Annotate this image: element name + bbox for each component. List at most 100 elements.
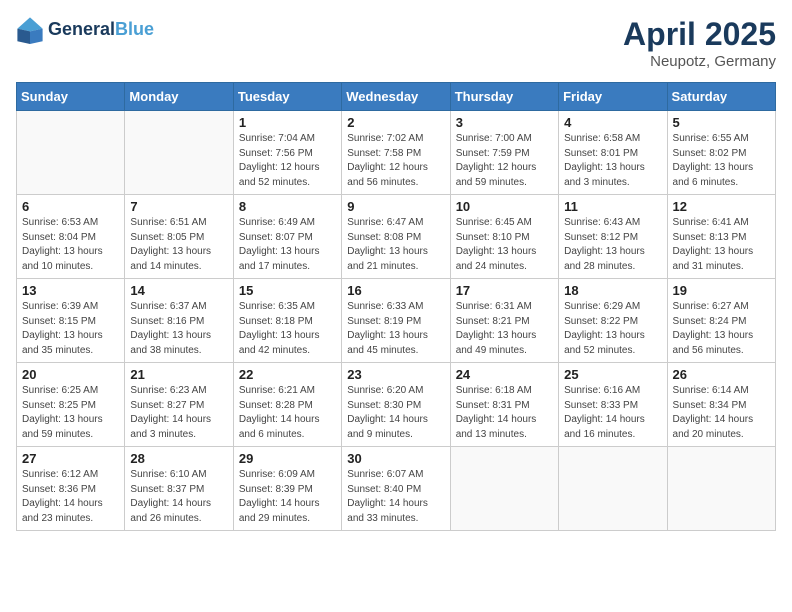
calendar-cell: 2 Sunrise: 7:02 AM Sunset: 7:58 PM Daylig… — [342, 111, 450, 195]
day-info: Sunrise: 6:20 AM Sunset: 8:30 PM Dayligh… — [347, 384, 444, 442]
calendar-cell: 8 Sunrise: 6:49 AM Sunset: 8:07 PM Daylig… — [233, 195, 341, 279]
calendar-cell: 30 Sunrise: 6:07 AM Sunset: 8:40 PM Dayli… — [342, 447, 450, 531]
day-info: Sunrise: 6:53 AM Sunset: 8:04 PM Dayligh… — [22, 216, 119, 274]
day-number: 28 — [130, 451, 227, 466]
day-number: 7 — [130, 199, 227, 214]
day-info: Sunrise: 6:39 AM Sunset: 8:15 PM Dayligh… — [22, 300, 119, 358]
day-info: Sunrise: 6:14 AM Sunset: 8:34 PM Dayligh… — [673, 384, 770, 442]
day-number: 19 — [673, 283, 770, 298]
calendar-cell: 25 Sunrise: 6:16 AM Sunset: 8:33 PM Dayli… — [559, 363, 667, 447]
calendar-cell: 4Sunrise: 6:58 AM Sunset: 8:01 PM Daylig… — [559, 111, 667, 195]
calendar-cell — [559, 447, 667, 531]
calendar-cell: 3Sunrise: 7:00 AM Sunset: 7:59 PM Daylig… — [450, 111, 558, 195]
day-number: 1 — [239, 115, 336, 130]
day-number: 29 — [239, 451, 336, 466]
day-number: 12 — [673, 199, 770, 214]
day-info: Sunrise: 6:58 AM Sunset: 8:01 PM Dayligh… — [564, 132, 661, 190]
logo: GeneralBlue — [16, 16, 154, 44]
calendar-cell: 20Sunrise: 6:25 AM Sunset: 8:25 PM Dayli… — [17, 363, 125, 447]
calendar-cell — [450, 447, 558, 531]
day-info: Sunrise: 6:47 AM Sunset: 8:08 PM Dayligh… — [347, 216, 444, 274]
calendar-cell: 22Sunrise: 6:21 AM Sunset: 8:28 PM Dayli… — [233, 363, 341, 447]
day-number: 9 — [347, 199, 444, 214]
day-info: Sunrise: 7:02 AM Sunset: 7:58 PM Dayligh… — [347, 132, 444, 190]
day-number: 30 — [347, 451, 444, 466]
day-number: 26 — [673, 367, 770, 382]
day-number: 10 — [456, 199, 553, 214]
calendar-cell: 12 Sunrise: 6:41 AM Sunset: 8:13 PM Dayli… — [667, 195, 775, 279]
calendar-cell: 29 Sunrise: 6:09 AM Sunset: 8:39 PM Dayli… — [233, 447, 341, 531]
day-info: Sunrise: 6:51 AM Sunset: 8:05 PM Dayligh… — [130, 216, 227, 274]
day-number: 20 — [22, 367, 119, 382]
day-number: 16 — [347, 283, 444, 298]
weekday-header-saturday: Saturday — [667, 83, 775, 111]
calendar-cell: 14Sunrise: 6:37 AM Sunset: 8:16 PM Dayli… — [125, 279, 233, 363]
day-info: Sunrise: 6:23 AM Sunset: 8:27 PM Dayligh… — [130, 384, 227, 442]
day-info: Sunrise: 6:35 AM Sunset: 8:18 PM Dayligh… — [239, 300, 336, 358]
title-block: April 2025 Neupotz, Germany — [623, 16, 776, 70]
day-number: 5 — [673, 115, 770, 130]
day-number: 21 — [130, 367, 227, 382]
day-number: 25 — [564, 367, 661, 382]
day-info: Sunrise: 6:27 AM Sunset: 8:24 PM Dayligh… — [673, 300, 770, 358]
calendar-cell: 17 Sunrise: 6:31 AM Sunset: 8:21 PM Dayli… — [450, 279, 558, 363]
calendar-cell: 23 Sunrise: 6:20 AM Sunset: 8:30 PM Dayli… — [342, 363, 450, 447]
day-info: Sunrise: 6:49 AM Sunset: 8:07 PM Dayligh… — [239, 216, 336, 274]
day-info: Sunrise: 6:41 AM Sunset: 8:13 PM Dayligh… — [673, 216, 770, 274]
day-number: 11 — [564, 199, 661, 214]
calendar-week-row: 13 Sunrise: 6:39 AM Sunset: 8:15 PM Dayli… — [17, 279, 776, 363]
calendar-week-row: 6Sunrise: 6:53 AM Sunset: 8:04 PM Daylig… — [17, 195, 776, 279]
day-info: Sunrise: 6:29 AM Sunset: 8:22 PM Dayligh… — [564, 300, 661, 358]
day-info: Sunrise: 6:10 AM Sunset: 8:37 PM Dayligh… — [130, 468, 227, 526]
weekday-header-monday: Monday — [125, 83, 233, 111]
day-number: 23 — [347, 367, 444, 382]
weekday-header-tuesday: Tuesday — [233, 83, 341, 111]
calendar-cell: 19 Sunrise: 6:27 AM Sunset: 8:24 PM Dayli… — [667, 279, 775, 363]
day-number: 15 — [239, 283, 336, 298]
weekday-header-friday: Friday — [559, 83, 667, 111]
day-info: Sunrise: 6:45 AM Sunset: 8:10 PM Dayligh… — [456, 216, 553, 274]
calendar-cell: 21 Sunrise: 6:23 AM Sunset: 8:27 PM Dayli… — [125, 363, 233, 447]
calendar-cell: 13 Sunrise: 6:39 AM Sunset: 8:15 PM Dayli… — [17, 279, 125, 363]
calendar-cell: 28 Sunrise: 6:10 AM Sunset: 8:37 PM Dayli… — [125, 447, 233, 531]
day-number: 27 — [22, 451, 119, 466]
weekday-header-row: SundayMondayTuesdayWednesdayThursdayFrid… — [17, 83, 776, 111]
weekday-header-wednesday: Wednesday — [342, 83, 450, 111]
calendar-cell: 9 Sunrise: 6:47 AM Sunset: 8:08 PM Daylig… — [342, 195, 450, 279]
day-number: 2 — [347, 115, 444, 130]
day-info: Sunrise: 6:12 AM Sunset: 8:36 PM Dayligh… — [22, 468, 119, 526]
day-number: 14 — [130, 283, 227, 298]
day-info: Sunrise: 6:31 AM Sunset: 8:21 PM Dayligh… — [456, 300, 553, 358]
day-info: Sunrise: 6:09 AM Sunset: 8:39 PM Dayligh… — [239, 468, 336, 526]
day-number: 13 — [22, 283, 119, 298]
page-header: GeneralBlue April 2025 Neupotz, Germany — [16, 16, 776, 70]
logo-text: GeneralBlue — [48, 20, 154, 40]
day-number: 22 — [239, 367, 336, 382]
day-info: Sunrise: 6:07 AM Sunset: 8:40 PM Dayligh… — [347, 468, 444, 526]
day-number: 18 — [564, 283, 661, 298]
calendar-cell — [125, 111, 233, 195]
calendar-cell — [17, 111, 125, 195]
calendar-cell: 6Sunrise: 6:53 AM Sunset: 8:04 PM Daylig… — [17, 195, 125, 279]
calendar-cell: 18 Sunrise: 6:29 AM Sunset: 8:22 PM Dayli… — [559, 279, 667, 363]
day-number: 24 — [456, 367, 553, 382]
day-info: Sunrise: 6:16 AM Sunset: 8:33 PM Dayligh… — [564, 384, 661, 442]
day-number: 8 — [239, 199, 336, 214]
day-info: Sunrise: 6:18 AM Sunset: 8:31 PM Dayligh… — [456, 384, 553, 442]
calendar-cell: 16Sunrise: 6:33 AM Sunset: 8:19 PM Dayli… — [342, 279, 450, 363]
calendar-cell: 11 Sunrise: 6:43 AM Sunset: 8:12 PM Dayli… — [559, 195, 667, 279]
calendar-week-row: 27 Sunrise: 6:12 AM Sunset: 8:36 PM Dayli… — [17, 447, 776, 531]
calendar-cell: 26 Sunrise: 6:14 AM Sunset: 8:34 PM Dayli… — [667, 363, 775, 447]
logo-icon — [16, 16, 44, 44]
calendar-cell: 24 Sunrise: 6:18 AM Sunset: 8:31 PM Dayli… — [450, 363, 558, 447]
calendar-cell: 5Sunrise: 6:55 AM Sunset: 8:02 PM Daylig… — [667, 111, 775, 195]
day-info: Sunrise: 6:43 AM Sunset: 8:12 PM Dayligh… — [564, 216, 661, 274]
calendar-cell: 1 Sunrise: 7:04 AM Sunset: 7:56 PM Daylig… — [233, 111, 341, 195]
day-number: 17 — [456, 283, 553, 298]
calendar-week-row: 1 Sunrise: 7:04 AM Sunset: 7:56 PM Daylig… — [17, 111, 776, 195]
day-info: Sunrise: 7:04 AM Sunset: 7:56 PM Dayligh… — [239, 132, 336, 190]
calendar-cell: 10 Sunrise: 6:45 AM Sunset: 8:10 PM Dayli… — [450, 195, 558, 279]
calendar-cell: 7 Sunrise: 6:51 AM Sunset: 8:05 PM Daylig… — [125, 195, 233, 279]
calendar-cell: 15 Sunrise: 6:35 AM Sunset: 8:18 PM Dayli… — [233, 279, 341, 363]
weekday-header-sunday: Sunday — [17, 83, 125, 111]
